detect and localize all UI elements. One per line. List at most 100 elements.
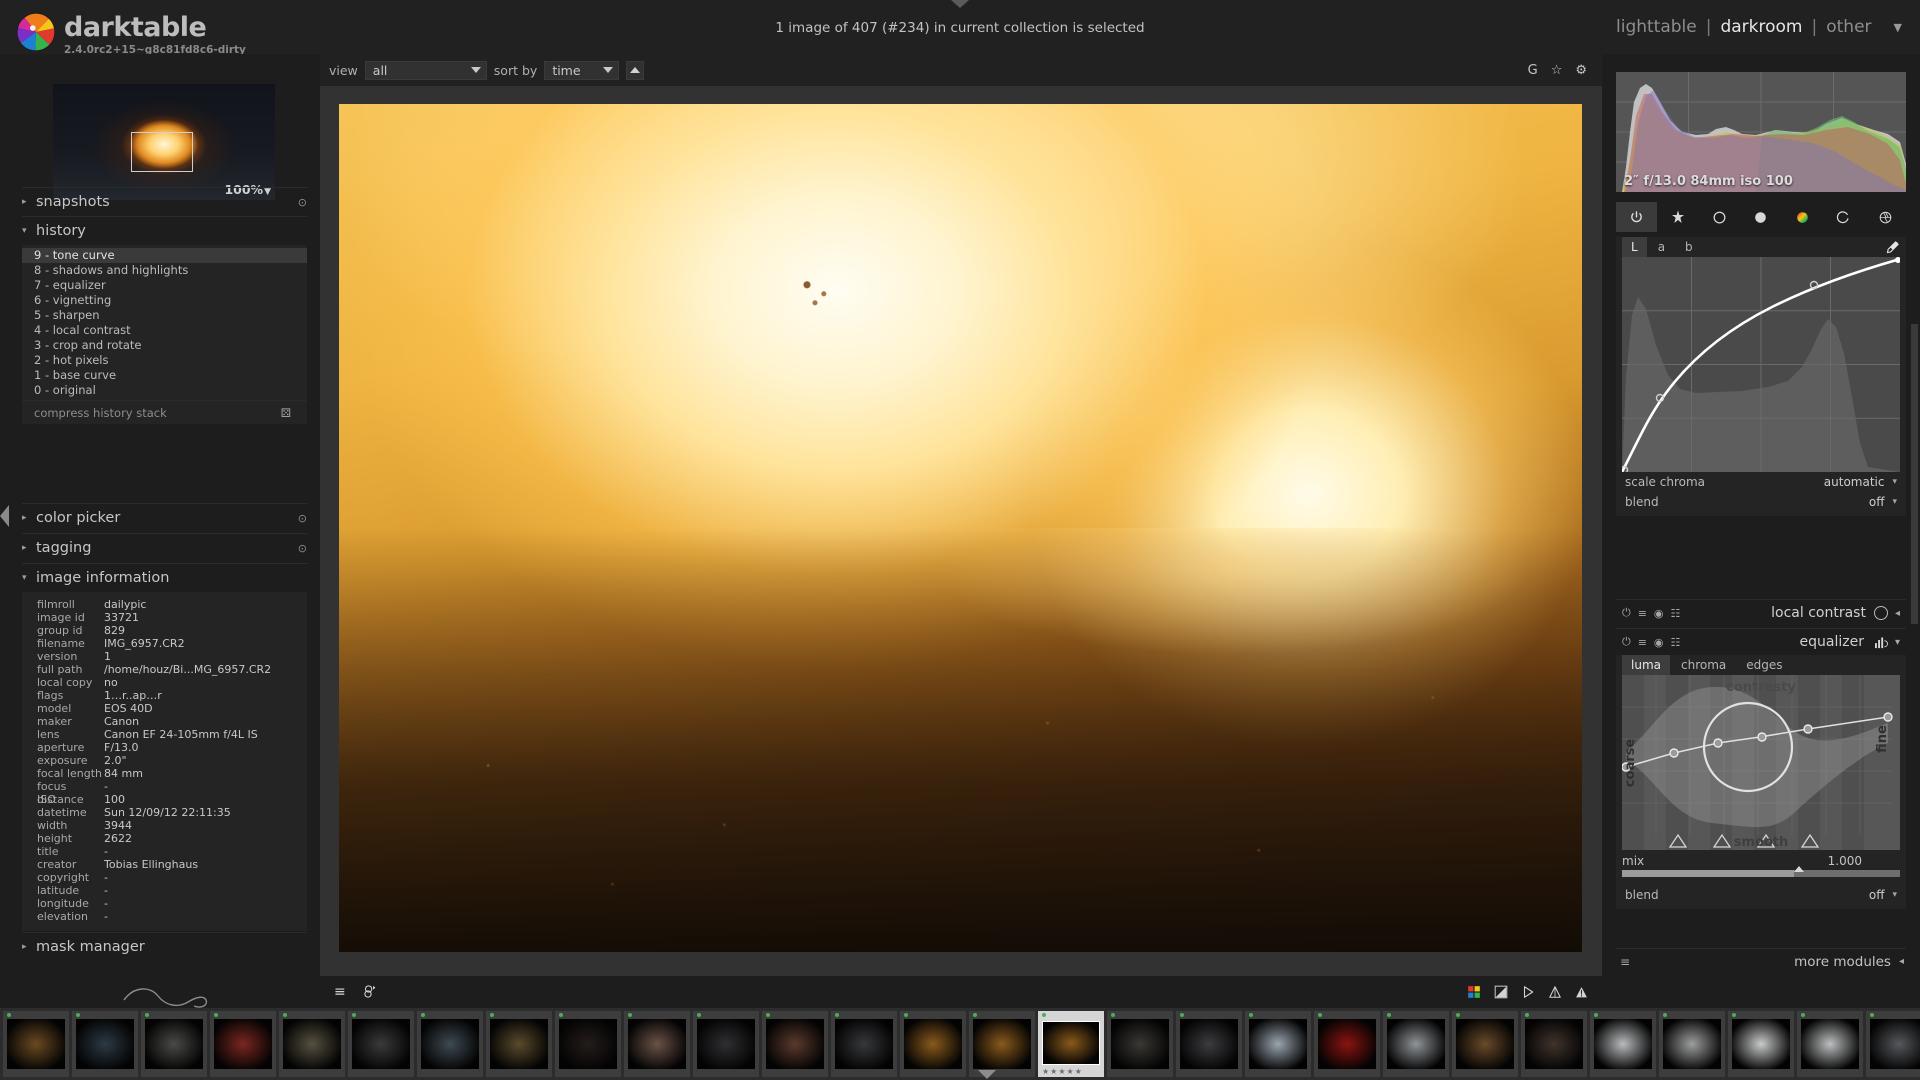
right-panel-scrollbar[interactable] <box>1911 324 1918 624</box>
filmstrip-thumbnail[interactable] <box>348 1011 414 1077</box>
filmstrip-thumbnail[interactable] <box>1797 1011 1863 1077</box>
history-item[interactable]: 3 - crop and rotate <box>22 338 307 353</box>
module-group-favorites[interactable] <box>1657 202 1698 232</box>
navigation-preview[interactable]: 100%▼ <box>53 84 275 200</box>
view-other[interactable]: other <box>1826 17 1871 37</box>
local-contrast-badge[interactable] <box>1874 606 1888 620</box>
multi-instance-icon[interactable]: ☷ <box>1671 607 1681 620</box>
reset-icon[interactable]: ◉ <box>1654 607 1664 620</box>
module-group-effect[interactable] <box>1865 202 1906 232</box>
filmstrip-thumbnail[interactable] <box>72 1011 138 1077</box>
histogram[interactable]: 2″ f/13.0 84mm iso 100 <box>1616 72 1906 192</box>
view-lighttable[interactable]: lighttable <box>1616 17 1697 37</box>
filmstrip-thumbnail[interactable] <box>762 1011 828 1077</box>
grouping-toggle-icon[interactable]: G <box>1528 63 1538 78</box>
duplicate-icon[interactable]: ⚄ <box>281 406 291 420</box>
gear-icon[interactable]: ⊙ <box>298 196 307 209</box>
filmstrip-thumbnail[interactable] <box>1383 1011 1449 1077</box>
reset-icon[interactable]: ◉ <box>1654 636 1664 649</box>
color-picker-icon[interactable] <box>1885 237 1900 257</box>
tab-chroma[interactable]: chroma <box>1672 655 1735 675</box>
filmstrip-thumbnail[interactable] <box>3 1011 69 1077</box>
history-item[interactable]: 0 - original <box>22 383 307 398</box>
tab-L[interactable]: L <box>1622 237 1647 257</box>
collapse-arrow-icon[interactable]: ◂ <box>1895 608 1900 619</box>
power-icon[interactable]: ⏻ <box>1622 635 1631 649</box>
sort-by-select[interactable]: time <box>544 61 619 80</box>
filmstrip-thumbnail[interactable] <box>1866 1011 1920 1077</box>
tone-curve-graph[interactable] <box>1622 257 1900 472</box>
top-panel-collapse-handle[interactable] <box>951 0 969 8</box>
equalizer-blend-control[interactable]: blend off ▾ <box>1616 885 1906 905</box>
left-panel-toggle-arrow[interactable] <box>0 505 9 527</box>
tab-a[interactable]: a <box>1649 237 1674 257</box>
tab-luma[interactable]: luma <box>1622 655 1670 675</box>
mix-slider-knob[interactable] <box>1794 866 1804 872</box>
chevron-down-icon[interactable]: ▾ <box>1892 890 1897 900</box>
presets-icon[interactable]: ≡ <box>1638 636 1647 649</box>
filmstrip-thumbnail[interactable] <box>831 1011 897 1077</box>
history-item[interactable]: 1 - base curve <box>22 368 307 383</box>
sidebar-section-mask-manager[interactable]: ▸ mask manager <box>22 932 307 961</box>
power-icon[interactable]: ⏻ <box>1622 606 1631 620</box>
navigation-viewport-box[interactable] <box>131 132 193 172</box>
filmstrip-thumbnail[interactable] <box>417 1011 483 1077</box>
local-contrast-header[interactable]: ⏻ ≡ ◉ ☷ local contrast ◂ <box>1616 599 1906 626</box>
more-modules-row[interactable]: ≡ more modules ◂ <box>1616 948 1906 974</box>
filmstrip-thumbnail[interactable] <box>1245 1011 1311 1077</box>
sidebar-section-history[interactable]: ▾ history <box>22 216 307 245</box>
presets-icon[interactable]: ≡ <box>1638 607 1647 620</box>
filmstrip-thumbnail[interactable] <box>210 1011 276 1077</box>
filmstrip-thumbnail[interactable] <box>141 1011 207 1077</box>
filmstrip-thumbnail[interactable] <box>555 1011 621 1077</box>
filmstrip-thumbnail[interactable] <box>1521 1011 1587 1077</box>
image-preview[interactable] <box>339 104 1582 952</box>
mix-slider[interactable] <box>1622 870 1900 877</box>
history-item[interactable]: 8 - shadows and highlights <box>22 263 307 278</box>
filmstrip-thumbnail[interactable] <box>1659 1011 1725 1077</box>
filmstrip-thumbnail[interactable] <box>1590 1011 1656 1077</box>
compress-history-stack-button[interactable]: compress history stack ⚄ <box>22 400 307 424</box>
grouping-icon[interactable] <box>362 984 379 999</box>
sidebar-section-image-information[interactable]: ▾ image information <box>22 563 307 592</box>
overexposed-icon[interactable] <box>1494 985 1508 999</box>
collapse-arrow-icon[interactable]: ◂ <box>1899 956 1904 967</box>
collapse-arrow-icon[interactable]: ▾ <box>1895 637 1900 648</box>
tab-b[interactable]: b <box>1676 237 1702 257</box>
multi-instance-icon[interactable]: ☷ <box>1671 636 1681 649</box>
hamburger-icon[interactable]: ≡ <box>1620 955 1630 969</box>
history-item[interactable]: 6 - vignetting <box>22 293 307 308</box>
sidebar-section-tagging[interactable]: ▸ tagging ⊙ <box>22 533 307 562</box>
chevron-down-icon[interactable]: ▾ <box>1892 497 1897 507</box>
filmstrip[interactable]: ★★★★★ <box>0 1008 1920 1080</box>
module-group-basic[interactable] <box>1699 202 1740 232</box>
color-label-icon[interactable] <box>1467 985 1481 999</box>
module-group-active[interactable] <box>1616 202 1657 232</box>
sidebar-section-color-picker[interactable]: ▸ color picker ⊙ <box>22 503 307 532</box>
warning-icon[interactable] <box>1575 985 1588 1000</box>
view-filter-select[interactable]: all <box>365 61 487 80</box>
history-item[interactable]: 9 - tone curve <box>22 248 307 263</box>
sidebar-section-snapshots[interactable]: ▸ snapshots ⊙ <box>22 187 307 216</box>
scale-chroma-control[interactable]: scale chroma automatic ▾ <box>1616 472 1906 492</box>
filmstrip-thumbnail[interactable] <box>624 1011 690 1077</box>
star-overlay-icon[interactable]: ☆ <box>1551 63 1563 78</box>
filmstrip-thumbnail[interactable] <box>1107 1011 1173 1077</box>
hamburger-icon[interactable]: ≡ <box>334 984 346 1000</box>
filmstrip-thumbnail[interactable] <box>1314 1011 1380 1077</box>
filmstrip-thumbnail[interactable] <box>1728 1011 1794 1077</box>
filmstrip-thumbnail[interactable] <box>969 1011 1035 1077</box>
filmstrip-resize-handle[interactable] <box>978 1070 996 1079</box>
gear-icon[interactable]: ⚙ <box>1575 63 1587 78</box>
history-item[interactable]: 7 - equalizer <box>22 278 307 293</box>
gear-icon[interactable]: ⊙ <box>298 542 307 555</box>
module-group-color[interactable] <box>1782 202 1823 232</box>
filmstrip-thumbnail[interactable] <box>900 1011 966 1077</box>
gamut-check-icon[interactable] <box>1548 985 1562 999</box>
equalizer-graph[interactable]: contrasty smooth coarse fine <box>1622 675 1900 850</box>
equalizer-header[interactable]: ⏻ ≡ ◉ ☷ equalizer ▾ <box>1616 628 1906 655</box>
chevron-down-icon[interactable]: ▼ <box>1894 21 1902 34</box>
filmstrip-thumbnail[interactable] <box>486 1011 552 1077</box>
gear-icon[interactable]: ⊙ <box>298 512 307 525</box>
module-group-tone[interactable] <box>1740 202 1781 232</box>
